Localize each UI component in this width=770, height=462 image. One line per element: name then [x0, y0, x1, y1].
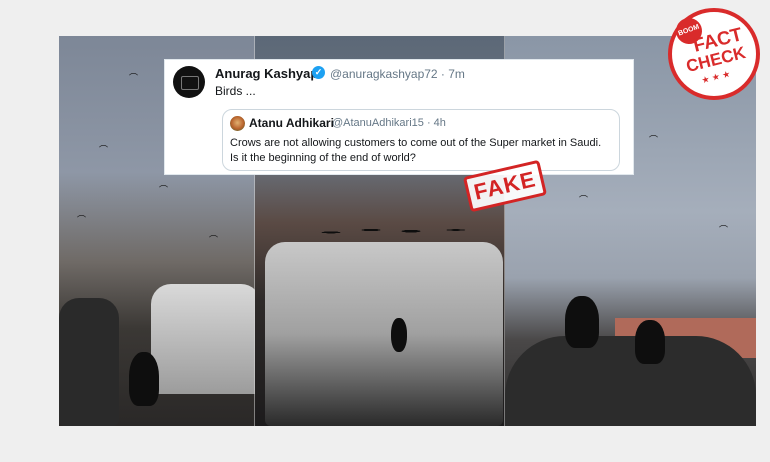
quoted-tweet[interactable]: Atanu Adhikari @AtanuAdhikari15 · 4h Cro… — [222, 109, 620, 171]
flying-crow: ⌒ — [129, 73, 139, 83]
tweet-author-name[interactable]: Anurag Kashyap — [215, 66, 318, 81]
tweet-card: Anurag Kashyap ✓ @anuragkashyap72 · 7m B… — [164, 59, 634, 175]
flying-crow: ⌒ — [209, 235, 219, 245]
quoted-author-name: Atanu Adhikari — [249, 116, 334, 130]
flying-crow: ⌒ — [77, 215, 87, 225]
flying-crow: ⌒ — [719, 225, 729, 235]
quoted-author-avatar — [230, 116, 245, 131]
crow — [635, 320, 665, 364]
flying-crow: ⌒ — [159, 185, 169, 195]
white-car — [151, 284, 255, 394]
flying-crow: ⌒ — [99, 145, 109, 155]
verified-badge-icon: ✓ — [312, 66, 325, 79]
quoted-tweet-text: Crows are not allowing customers to come… — [230, 137, 602, 164]
tweet-handle-time[interactable]: @anuragkashyap72 · 7m — [330, 67, 465, 81]
crow — [565, 296, 599, 348]
crow-row — [315, 218, 475, 242]
flying-crow: ⌒ — [579, 195, 589, 205]
fact-check-badge: BOOM FACT CHECK ★ ★ ★ — [668, 8, 760, 100]
tweet-text: Birds ... — [215, 84, 256, 98]
lexus-car — [265, 242, 503, 426]
dark-car — [59, 298, 119, 426]
car-roof — [505, 336, 756, 426]
crow — [391, 318, 407, 352]
quoted-handle-time: @AtanuAdhikari15 · 4h — [332, 117, 446, 129]
author-avatar[interactable] — [173, 66, 205, 98]
flying-crow: ⌒ — [649, 135, 659, 145]
crow — [129, 352, 159, 406]
